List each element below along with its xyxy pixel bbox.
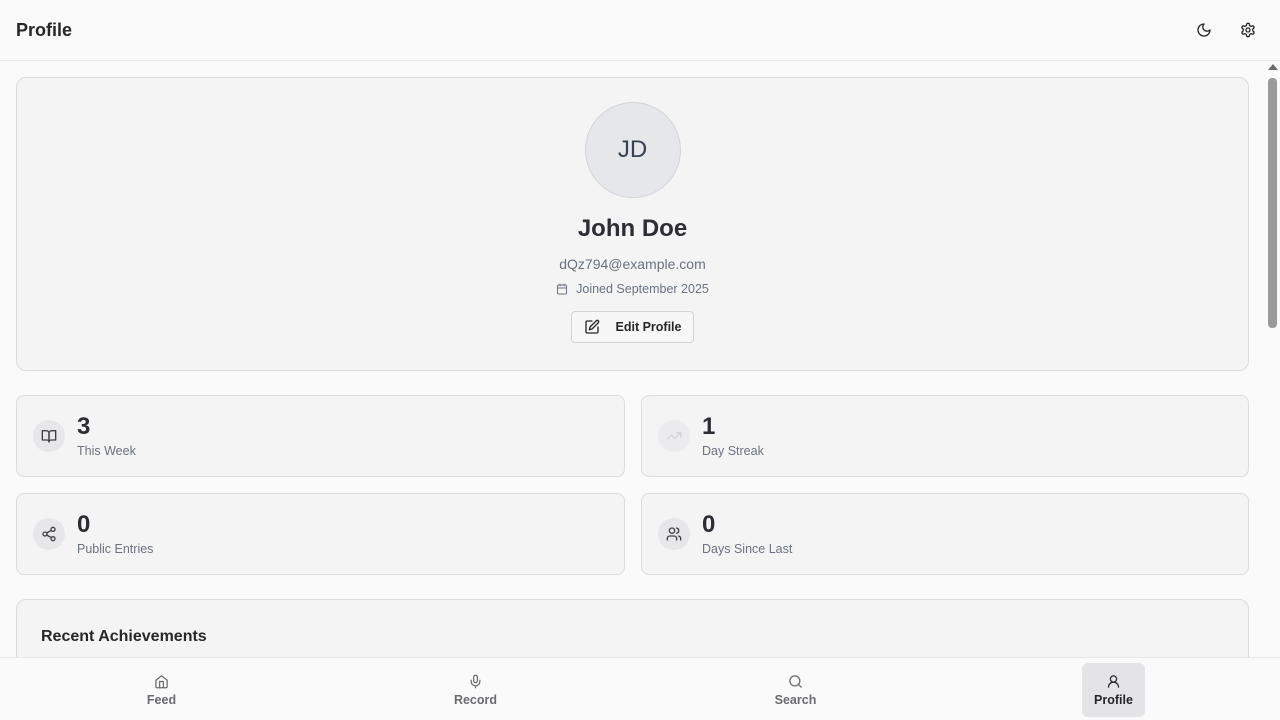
book-open-icon — [33, 420, 65, 452]
page-title: Profile — [16, 19, 73, 40]
home-icon — [155, 674, 168, 688]
stat-card-days-since-last: 0 Days Since Last — [641, 493, 1249, 575]
nav-item-search[interactable]: Search — [764, 663, 827, 717]
profile-card: JD John Doe dQz794@example.com Joined Se… — [16, 77, 1249, 371]
nav-item-feed[interactable]: Feed — [130, 663, 193, 717]
nav-item-record[interactable]: Record — [444, 663, 507, 717]
nav-label: Feed — [146, 692, 177, 707]
stat-card-public-entries: 0 Public Entries — [16, 493, 625, 575]
settings-button[interactable] — [1232, 14, 1264, 46]
stats-grid: 3 This Week 1 Day Streak 0 Public Entrie… — [16, 395, 1249, 575]
gear-icon — [1241, 22, 1255, 38]
stat-value: 0 — [77, 511, 91, 538]
search-icon — [789, 674, 802, 688]
user-icon — [1107, 674, 1120, 688]
trending-up-icon — [658, 420, 690, 452]
stat-value: 1 — [702, 413, 716, 440]
stat-label: Days Since Last — [702, 542, 793, 556]
achievements-title: Recent Achievements — [41, 628, 207, 645]
profile-content: JD John Doe dQz794@example.com Joined Se… — [0, 61, 1266, 657]
nav-label: Search — [774, 692, 817, 707]
edit-profile-label: Edit Profile — [615, 320, 682, 334]
joined-date: Joined September 2025 — [556, 282, 709, 296]
stat-value: 0 — [702, 511, 716, 538]
scrollbar-thumb[interactable] — [1268, 78, 1277, 328]
stat-card-this-week: 3 This Week — [16, 395, 625, 477]
stat-card-day-streak: 1 Day Streak — [641, 395, 1249, 477]
moon-icon — [1197, 23, 1211, 37]
nav-label: Profile — [1094, 692, 1133, 707]
profile-email: dQz794@example.com — [559, 256, 706, 272]
nav-label: Record — [453, 692, 498, 707]
share-icon — [33, 518, 65, 550]
achievements-card: Recent Achievements — [16, 599, 1249, 657]
stat-label: Public Entries — [77, 542, 154, 556]
theme-toggle-button[interactable] — [1188, 14, 1220, 46]
mic-icon — [470, 674, 481, 688]
avatar: JD — [584, 102, 681, 198]
scrollbar-up-arrow[interactable] — [1268, 64, 1278, 70]
calendar-icon — [557, 283, 568, 295]
edit-profile-button[interactable]: Edit Profile — [570, 311, 695, 343]
stat-label: This Week — [77, 444, 136, 458]
header-actions — [1188, 14, 1264, 46]
users-icon — [658, 518, 690, 550]
joined-text: Joined September 2025 — [576, 282, 709, 296]
nav-item-profile[interactable]: Profile — [1082, 663, 1145, 717]
app-header: Profile — [0, 0, 1280, 61]
bottom-nav: Feed Record Search Profile — [0, 657, 1280, 720]
stat-value: 3 — [77, 413, 91, 440]
stat-label: Day Streak — [702, 444, 764, 458]
edit-icon — [584, 319, 599, 334]
profile-name: John Doe — [577, 215, 688, 242]
